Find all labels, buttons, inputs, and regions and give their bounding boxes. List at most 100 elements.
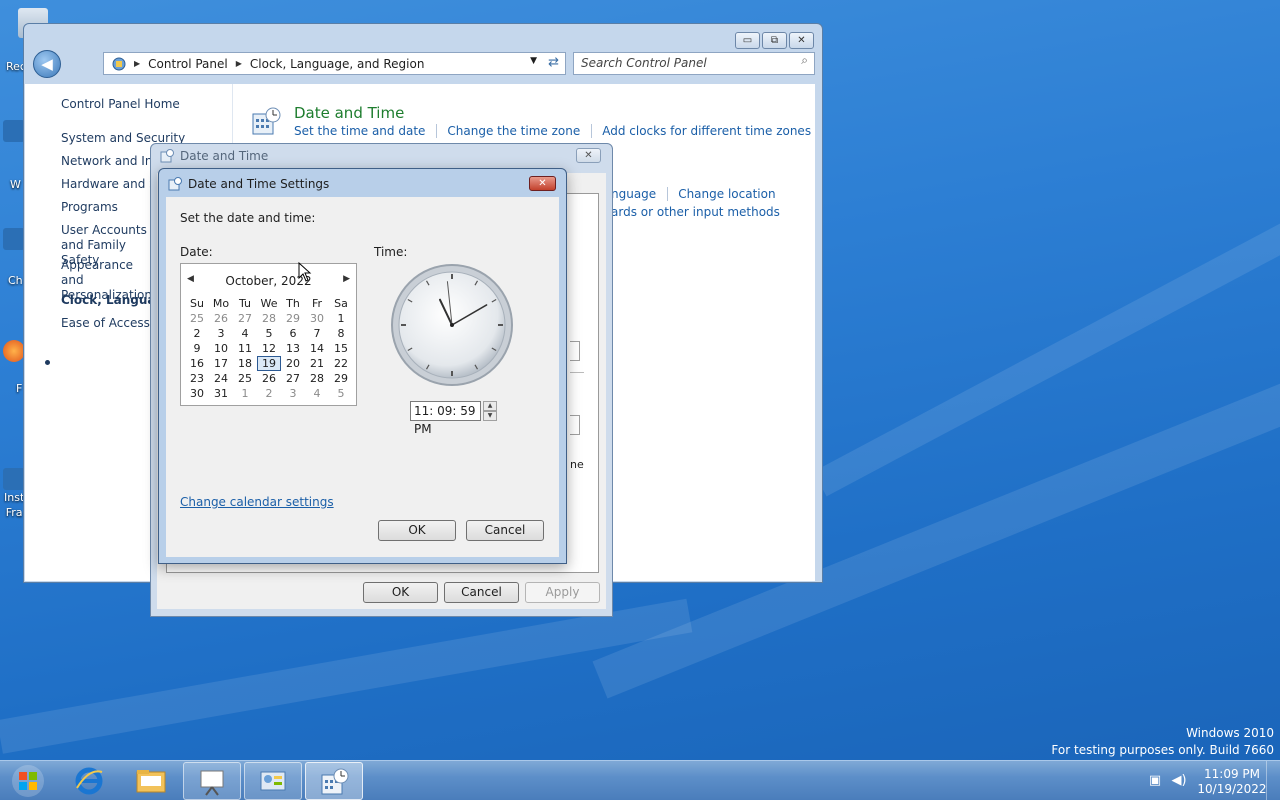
calendar-day[interactable]: 31 — [209, 386, 233, 401]
back-arrow-icon[interactable]: ◀ — [33, 50, 61, 78]
calendar-day[interactable]: 4 — [233, 326, 257, 341]
apply-button[interactable]: Apply — [525, 582, 600, 603]
calendar-day[interactable]: 17 — [209, 356, 233, 371]
calendar-day[interactable]: 5 — [257, 326, 281, 341]
link-change-location[interactable]: Change location — [678, 187, 775, 201]
nav-control-panel-home[interactable]: Control Panel Home — [61, 97, 226, 112]
taskbar-internet-explorer[interactable] — [61, 762, 119, 800]
calendar-day[interactable]: 23 — [185, 371, 209, 386]
calendar-day[interactable]: 22 — [329, 356, 353, 371]
calendar-day[interactable]: 6 — [281, 326, 305, 341]
calendar-day[interactable]: 9 — [185, 341, 209, 356]
calendar-day[interactable]: 27 — [233, 311, 257, 326]
link-set-time-and-date[interactable]: Set the time and date — [294, 124, 438, 138]
address-bar[interactable]: ▶ Control Panel ▶ Clock, Language, and R… — [103, 52, 566, 75]
desktop-icon-label: F — [16, 382, 23, 395]
spin-up-icon[interactable]: ▲ — [483, 401, 497, 411]
calendar-day[interactable]: 26 — [209, 311, 233, 326]
breadcrumb-separator-icon: ▶ — [134, 59, 141, 68]
calendar-day[interactable]: 4 — [305, 386, 329, 401]
calendar-day-selected[interactable]: 19 — [257, 356, 281, 371]
taskbar-control-panel[interactable] — [244, 762, 302, 800]
calendar-day[interactable]: 16 — [185, 356, 209, 371]
calendar-day[interactable]: 1 — [233, 386, 257, 401]
taskbar-date-and-time[interactable] — [305, 762, 363, 800]
link-change-language-partial[interactable]: nguage — [611, 187, 669, 201]
calendar-week-row: 16 17 18 19 20 21 22 — [185, 356, 353, 371]
refresh-icon[interactable]: ⇄ — [548, 55, 559, 70]
volume-icon[interactable]: ◀) — [1171, 773, 1187, 789]
spin-down-icon[interactable]: ▼ — [483, 411, 497, 421]
link-add-clocks[interactable]: Add clocks for different time zones — [602, 124, 822, 138]
calendar-day[interactable]: 20 — [281, 356, 305, 371]
partial-text: ne — [570, 458, 584, 471]
calendar-grid: Su Mo Tu We Th Fr Sa 25 26 27 28 29 30 1 2 3 4 5 6 7… — [185, 296, 353, 401]
start-button[interactable] — [6, 763, 50, 799]
weekday-label: Fr — [311, 297, 323, 310]
link-change-keyboards-partial[interactable]: ards or other input methods — [611, 205, 780, 219]
weekday-label: Tu — [238, 297, 252, 310]
calendar-day[interactable]: 27 — [281, 371, 305, 386]
breadcrumb-item[interactable]: Clock, Language, and Region — [250, 57, 425, 71]
calendar-day[interactable]: 11 — [233, 341, 257, 356]
breadcrumb-item[interactable]: Control Panel — [148, 57, 228, 71]
calendar-day[interactable]: 8 — [329, 326, 353, 341]
cancel-button[interactable]: Cancel — [466, 520, 544, 541]
weekday-label: Su — [190, 297, 204, 310]
calendar-day[interactable]: 15 — [329, 341, 353, 356]
calendar-day[interactable]: 30 — [185, 386, 209, 401]
change-calendar-settings-link[interactable]: Change calendar settings — [180, 495, 334, 509]
calendar-day[interactable]: 12 — [257, 341, 281, 356]
close-button[interactable]: ✕ — [576, 148, 601, 163]
time-input[interactable]: 11: 09: 59 PM — [410, 401, 481, 436]
close-button[interactable]: ✕ — [529, 176, 556, 191]
calendar-day[interactable]: 14 — [305, 341, 329, 356]
calendar-day[interactable]: 29 — [281, 311, 305, 326]
calendar-day[interactable]: 2 — [257, 386, 281, 401]
taskbar-windows-explorer[interactable] — [122, 762, 180, 800]
calendar-day[interactable]: 2 — [185, 326, 209, 341]
maximize-button[interactable]: ⧉ — [762, 32, 787, 49]
ok-button[interactable]: OK — [378, 520, 456, 541]
close-button[interactable]: ✕ — [789, 32, 814, 49]
tray-clock[interactable]: 11:09 PM 10/19/2022 — [1196, 767, 1268, 797]
calendar-day[interactable]: 29 — [329, 371, 353, 386]
calendar-day[interactable]: 21 — [305, 356, 329, 371]
search-icon[interactable]: ⌕ — [801, 53, 808, 68]
calendar-day[interactable]: 30 — [305, 311, 329, 326]
window-controls: ▭ ⧉ ✕ — [735, 32, 814, 49]
show-desktop-button[interactable] — [1266, 761, 1280, 800]
calendar-day[interactable]: 28 — [305, 371, 329, 386]
taskbar-presentation[interactable] — [183, 762, 241, 800]
chevron-down-icon[interactable]: ▼ — [530, 56, 537, 66]
calendar-day[interactable]: 10 — [209, 341, 233, 356]
search-input[interactable]: Search Control Panel ⌕ — [573, 52, 815, 75]
calendar-day[interactable]: 25 — [185, 311, 209, 326]
nav-clock-language-region[interactable]: Clock, Language, and Region — [61, 293, 153, 308]
minimize-button[interactable]: ▭ — [735, 32, 760, 49]
calendar-day[interactable]: 18 — [233, 356, 257, 371]
calendar-day[interactable]: 1 — [329, 311, 353, 326]
next-month-icon[interactable]: ▶ — [343, 274, 350, 284]
tray-time: 11:09 PM — [1204, 767, 1260, 781]
cancel-button[interactable]: Cancel — [444, 582, 519, 603]
calendar-week-row: 25 26 27 28 29 30 1 — [185, 311, 353, 326]
calendar-day[interactable]: 13 — [281, 341, 305, 356]
calendar-day[interactable]: 25 — [233, 371, 257, 386]
category-links: Set the time and date Change the time zo… — [294, 124, 832, 138]
calendar-day[interactable]: 7 — [305, 326, 329, 341]
calendar[interactable]: ◀ October, 2022 ▶ Su Mo Tu We Th Fr Sa 2… — [180, 263, 357, 406]
time-spinner[interactable]: ▲ ▼ — [483, 401, 497, 421]
calendar-month-title[interactable]: October, 2022 — [181, 274, 356, 288]
calendar-day[interactable]: 3 — [281, 386, 305, 401]
current-item-bullet — [45, 360, 50, 365]
ok-button[interactable]: OK — [363, 582, 438, 603]
calendar-day[interactable]: 28 — [257, 311, 281, 326]
calendar-day[interactable]: 24 — [209, 371, 233, 386]
category-title[interactable]: Date and Time — [294, 104, 404, 122]
calendar-day[interactable]: 3 — [209, 326, 233, 341]
calendar-day[interactable]: 5 — [329, 386, 353, 401]
calendar-day[interactable]: 26 — [257, 371, 281, 386]
link-change-time-zone[interactable]: Change the time zone — [447, 124, 593, 138]
network-icon[interactable]: ▣ — [1147, 773, 1163, 789]
